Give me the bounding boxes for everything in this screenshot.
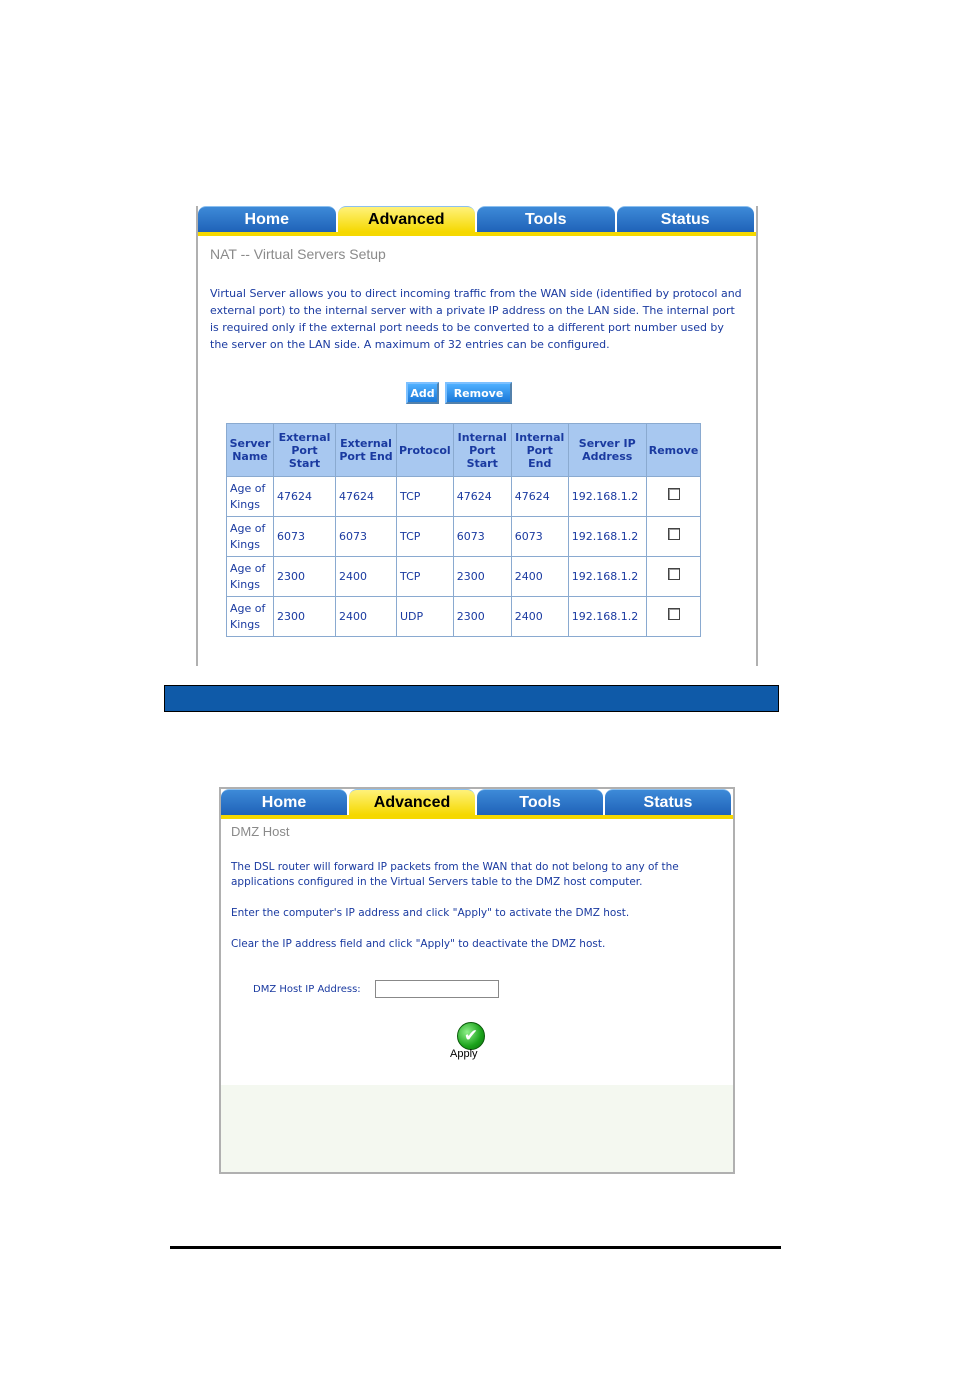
page-title: DMZ Host (231, 824, 290, 839)
cell-server-name: Age of Kings (226, 476, 274, 517)
add-button[interactable]: Add (406, 382, 439, 404)
cell-protocol: UDP (396, 596, 454, 637)
cell-ext-start: 2300 (273, 556, 336, 597)
cell-server-ip: 192.168.1.2 (567, 596, 647, 637)
cell-server-name: Age of Kings (226, 516, 274, 557)
deactivate-instructions: Clear the IP address field and click "Ap… (231, 938, 606, 950)
tab-tools[interactable]: Tools (477, 789, 603, 815)
cell-ext-start: 47624 (273, 476, 336, 517)
description-text: The DSL router will forward IP packets f… (231, 861, 679, 888)
cell-ext-start: 2300 (273, 596, 336, 637)
cell-remove (645, 476, 702, 517)
remove-checkbox[interactable] (667, 488, 680, 500)
header-external-port-start: External Port Start (273, 423, 336, 477)
cell-int-start: 2300 (452, 596, 512, 637)
remove-checkbox[interactable] (667, 528, 680, 540)
cell-ext-start: 6073 (273, 516, 336, 557)
dmz-ip-label: DMZ Host IP Address: (253, 984, 361, 995)
tab-status[interactable]: Status (605, 789, 731, 815)
cell-ext-end: 6073 (335, 516, 397, 557)
tab-advanced[interactable]: Advanced (349, 789, 475, 815)
cell-int-start: 47624 (452, 476, 512, 517)
tab-home[interactable]: Home (198, 206, 336, 232)
table-row: Age of Kings 2300 2400 UDP 2300 2400 192… (226, 596, 702, 637)
cell-server-ip: 192.168.1.2 (567, 556, 647, 597)
header-internal-port-start: Internal Port Start (452, 423, 512, 477)
activate-instructions: Enter the computer's IP address and clic… (231, 907, 630, 919)
dmz-tab-bar: Home Advanced Tools Status (221, 789, 733, 819)
cell-ext-end: 2400 (335, 556, 397, 597)
table-row: Age of Kings 2300 2400 TCP 2300 2400 192… (226, 556, 702, 597)
virtual-servers-table: Server Name External Port Start External… (226, 423, 702, 637)
tab-advanced[interactable]: Advanced (337, 206, 475, 232)
page-title: NAT -- Virtual Servers Setup (210, 246, 386, 262)
remove-checkbox[interactable] (667, 568, 680, 580)
header-protocol: Protocol (396, 423, 454, 477)
nat-virtual-servers-screen: Home Advanced Tools Status NAT -- Virtua… (196, 206, 758, 666)
cell-protocol: TCP (396, 516, 454, 557)
tab-tools[interactable]: Tools (477, 206, 615, 232)
description-text: Virtual Server allows you to direct inco… (210, 287, 742, 351)
header-external-port-end: External Port End (335, 423, 397, 477)
cell-ext-end: 47624 (335, 476, 397, 517)
dmz-host-screen: Home Advanced Tools Status DMZ Host The … (219, 787, 735, 1174)
cell-int-start: 2300 (452, 556, 512, 597)
cell-protocol: TCP (396, 556, 454, 597)
cell-remove (645, 516, 702, 557)
cell-server-name: Age of Kings (226, 596, 274, 637)
header-server-name: Server Name (226, 423, 274, 477)
cell-protocol: TCP (396, 476, 454, 517)
cell-int-end: 47624 (510, 476, 569, 517)
remove-checkbox[interactable] (667, 608, 680, 620)
cell-int-end: 2400 (510, 596, 569, 637)
table-row: Age of Kings 47624 47624 TCP 47624 47624… (226, 476, 702, 517)
header-internal-port-end: Internal Port End (510, 423, 569, 477)
remove-button[interactable]: Remove (445, 382, 512, 404)
header-server-ip: Server IP Address (567, 423, 647, 477)
apply-label[interactable]: Apply (450, 1048, 478, 1060)
tab-status[interactable]: Status (616, 206, 754, 232)
cell-int-end: 6073 (510, 516, 569, 557)
cell-server-ip: 192.168.1.2 (567, 516, 647, 557)
cell-remove (645, 596, 702, 637)
tab-home[interactable]: Home (221, 789, 347, 815)
footer-rule (170, 1246, 781, 1249)
cell-ext-end: 2400 (335, 596, 397, 637)
nat-tab-bar: Home Advanced Tools Status (198, 206, 756, 236)
table-row: Age of Kings 6073 6073 TCP 6073 6073 192… (226, 516, 702, 557)
cell-remove (645, 556, 702, 597)
cell-server-ip: 192.168.1.2 (567, 476, 647, 517)
section-header-bar (164, 685, 779, 712)
table-header-row: Server Name External Port Start External… (226, 423, 702, 477)
header-remove: Remove (645, 423, 702, 477)
cell-int-start: 6073 (452, 516, 512, 557)
apply-checkmark-icon[interactable]: ✔ (457, 1022, 485, 1050)
cell-int-end: 2400 (510, 556, 569, 597)
dmz-ip-input[interactable] (375, 980, 499, 998)
panel-lower-area (221, 1085, 733, 1172)
cell-server-name: Age of Kings (226, 556, 274, 597)
